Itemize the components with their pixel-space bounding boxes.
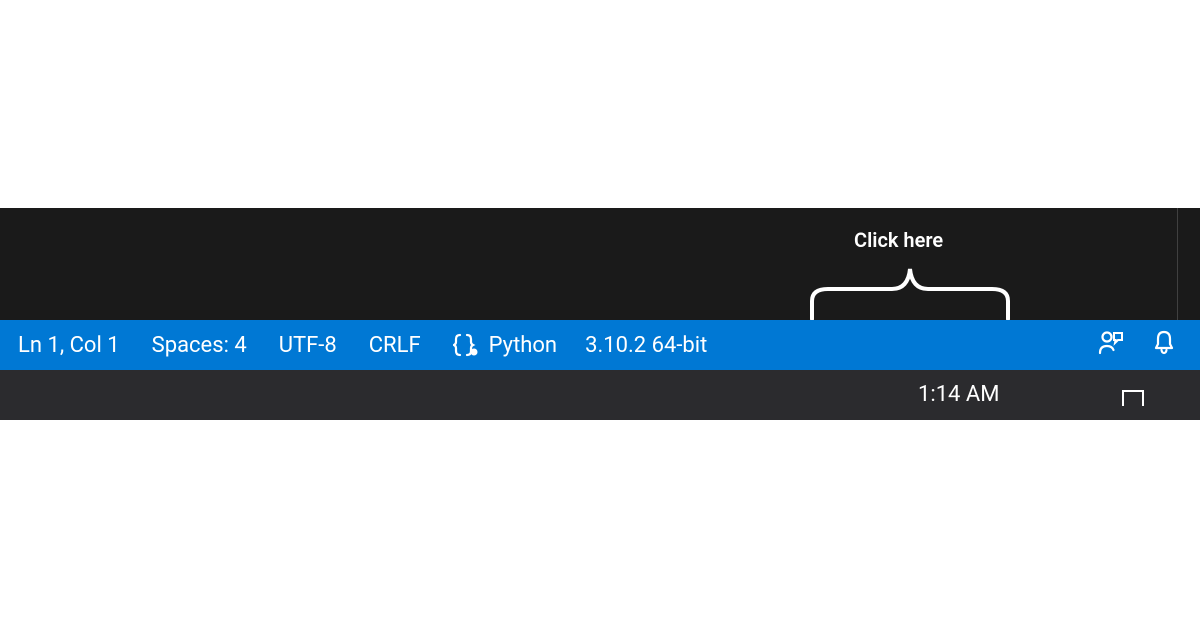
windows-taskbar: 1:14 AM: [0, 370, 1200, 420]
vertical-separator: [1177, 208, 1178, 320]
feedback-button[interactable]: [1098, 329, 1124, 361]
eol-sequence[interactable]: CRLF: [369, 333, 421, 358]
brace-annotation-icon: [810, 261, 1010, 321]
interpreter-label: 3.10.2 64-bit: [585, 333, 707, 358]
status-bar: Ln 1, Col 1 Spaces: 4 UTF-8 CRLF Python …: [0, 320, 1200, 370]
person-feedback-icon: [1098, 329, 1124, 361]
bell-icon: [1152, 329, 1176, 361]
notifications-button[interactable]: [1152, 329, 1176, 361]
cursor-position[interactable]: Ln 1, Col 1: [18, 333, 120, 358]
indentation-label: Spaces: 4: [152, 333, 247, 358]
indentation[interactable]: Spaces: 4: [152, 333, 247, 358]
annotation-click-here: Click here: [854, 228, 943, 252]
python-interpreter[interactable]: 3.10.2 64-bit: [585, 333, 707, 358]
system-clock[interactable]: 1:14 AM: [918, 382, 999, 407]
encoding-label: UTF-8: [279, 333, 337, 358]
status-bar-right: [1098, 329, 1176, 361]
encoding[interactable]: UTF-8: [279, 333, 337, 358]
cursor-position-label: Ln 1, Col 1: [18, 333, 120, 358]
language-mode[interactable]: Python: [453, 333, 557, 358]
tray-indicator-icon[interactable]: [1122, 390, 1144, 406]
eol-label: CRLF: [369, 333, 421, 358]
braces-icon: [453, 333, 479, 357]
language-label: Python: [489, 333, 557, 358]
